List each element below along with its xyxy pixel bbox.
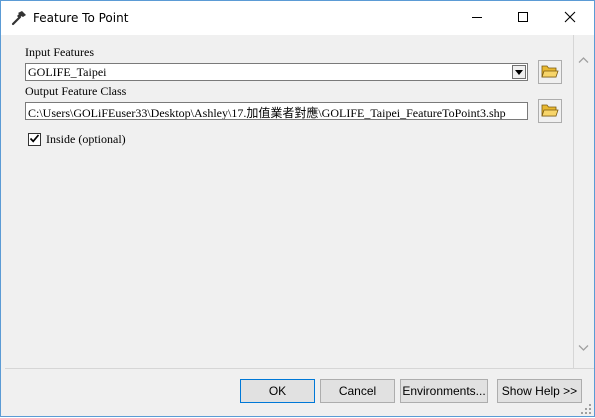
minimize-button[interactable] (454, 1, 500, 35)
ok-button[interactable]: OK (240, 379, 315, 403)
inside-checkbox[interactable] (28, 133, 41, 146)
checkmark-icon (29, 133, 40, 147)
output-feature-class-value: C:\Users\GOLiFEuser33\Desktop\Ashley\17.… (28, 106, 506, 120)
title-bar[interactable]: Feature To Point (1, 1, 594, 35)
input-features-label: Input Features (25, 45, 94, 59)
output-feature-class-label: Output Feature Class (25, 84, 127, 98)
vertical-scrollbar[interactable] (574, 35, 594, 368)
minimize-icon (471, 11, 483, 26)
input-features-combobox[interactable]: GOLIFE_Taipei (25, 63, 528, 81)
output-feature-class-field[interactable]: C:\Users\GOLiFEuser33\Desktop\Ashley\17.… (25, 102, 528, 120)
open-folder-icon (541, 102, 559, 121)
scroll-down-icon[interactable] (578, 341, 589, 355)
hammer-icon (10, 9, 28, 27)
cancel-button[interactable]: Cancel (320, 379, 395, 403)
chevron-down-icon[interactable] (512, 65, 526, 79)
browse-output-button[interactable] (538, 99, 562, 123)
open-folder-icon (541, 63, 559, 82)
close-button[interactable] (547, 1, 593, 35)
dialog-window: Feature To Point Input Features GOLIFE_T… (0, 0, 595, 417)
close-icon (564, 11, 576, 26)
resize-grip-icon[interactable] (581, 404, 592, 418)
window-title: Feature To Point (33, 11, 129, 25)
environments-button[interactable]: Environments... (400, 379, 488, 403)
browse-input-button[interactable] (538, 60, 562, 84)
show-help-button[interactable]: Show Help >> (497, 379, 582, 403)
scroll-up-icon[interactable] (578, 53, 589, 67)
inside-label[interactable]: Inside (optional) (46, 132, 126, 147)
maximize-icon (517, 11, 529, 26)
input-features-value: GOLIFE_Taipei (28, 65, 107, 79)
maximize-button[interactable] (500, 1, 546, 35)
